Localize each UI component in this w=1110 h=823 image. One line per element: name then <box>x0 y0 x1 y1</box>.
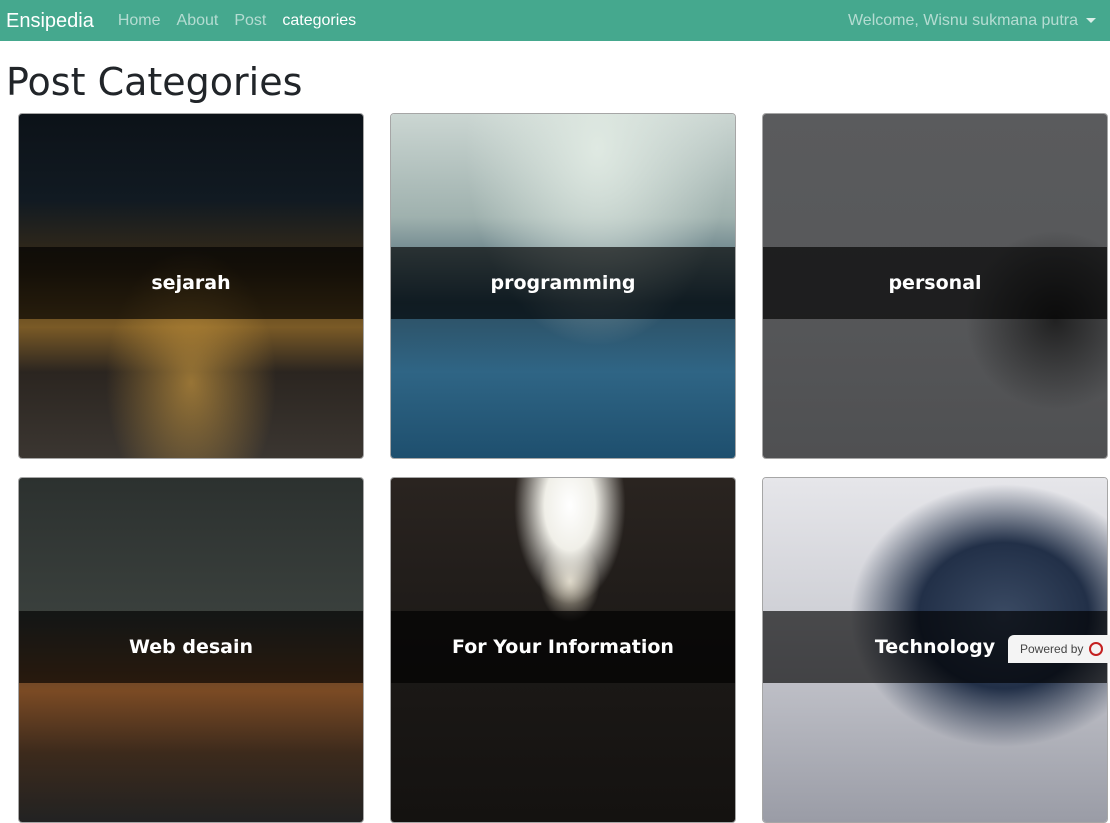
page-title: Post Categories <box>6 60 302 104</box>
category-card-sejarah[interactable]: sejarah <box>18 113 364 459</box>
category-overlay: personal <box>763 247 1107 319</box>
user-menu-dropdown[interactable]: Welcome, Wisnu sukmana putra <box>848 0 1096 41</box>
category-overlay: Web desain <box>19 611 363 683</box>
category-overlay: For Your Information <box>391 611 735 683</box>
category-title: programming <box>490 272 635 294</box>
user-welcome-label: Welcome, Wisnu sukmana putra <box>848 12 1078 30</box>
category-title: personal <box>888 272 981 294</box>
category-title: sejarah <box>151 272 230 294</box>
category-overlay: sejarah <box>19 247 363 319</box>
nav-link-post[interactable]: Post <box>234 12 266 30</box>
powered-by-logo-icon <box>1089 642 1103 656</box>
nav-link-about[interactable]: About <box>177 12 219 30</box>
category-card-personal[interactable]: personal <box>762 113 1108 459</box>
nav-link-home[interactable]: Home <box>118 12 161 30</box>
brand-logo-link[interactable]: Ensipedia <box>6 11 94 31</box>
category-title: For Your Information <box>452 636 674 658</box>
category-card-fyi[interactable]: For Your Information <box>390 477 736 823</box>
category-title: Web desain <box>129 636 253 658</box>
caret-down-icon <box>1086 18 1096 23</box>
navbar: Ensipedia Home About Post categories Wel… <box>0 0 1110 41</box>
category-card-web-desain[interactable]: Web desain <box>18 477 364 823</box>
category-title: Technology <box>875 636 995 658</box>
category-card-programming[interactable]: programming <box>390 113 736 459</box>
nav-link-categories[interactable]: categories <box>282 12 356 30</box>
powered-by-label: Powered by <box>1020 642 1083 656</box>
category-overlay: programming <box>391 247 735 319</box>
powered-by-badge[interactable]: Powered by <box>1008 635 1110 663</box>
